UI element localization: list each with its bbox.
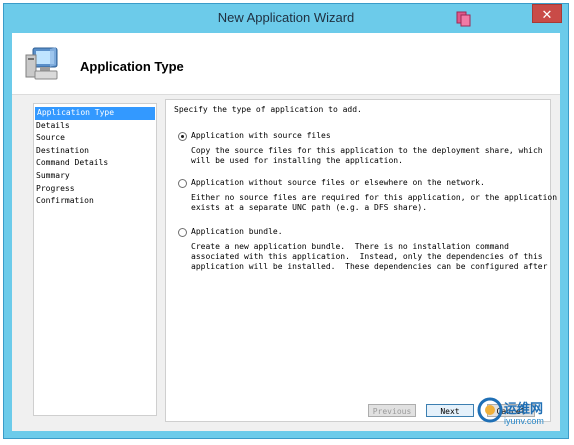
- step-details[interactable]: Details: [34, 120, 156, 133]
- wizard-body: Application Type Application Type Detail…: [12, 33, 560, 431]
- wizard-step-list: Application Type Details Source Destinat…: [33, 103, 157, 416]
- option-description: Copy the source files for this applicati…: [191, 146, 543, 165]
- option-label[interactable]: Application without source files or else…: [191, 178, 485, 187]
- step-application-type[interactable]: Application Type: [35, 107, 155, 120]
- step-confirmation[interactable]: Confirmation: [34, 195, 156, 208]
- page-title: Application Type: [80, 59, 184, 74]
- wizard-app-icon: [456, 11, 471, 27]
- window-title: New Application Wizard: [217, 10, 355, 25]
- option-label[interactable]: Application with source files: [191, 131, 331, 140]
- wizard-header: Application Type: [12, 33, 560, 95]
- close-button[interactable]: ✕: [532, 4, 562, 23]
- radio-without-source-files[interactable]: [178, 179, 187, 188]
- site-watermark: 运维网 iyunv.com: [474, 392, 574, 445]
- option-description: Either no source files are required for …: [191, 193, 558, 212]
- radio-application-bundle[interactable]: [178, 228, 187, 237]
- next-button[interactable]: Next: [426, 404, 474, 417]
- computer-icon: [25, 47, 58, 80]
- watermark-title: 运维网: [504, 401, 544, 416]
- watermark-url: iyunv.com: [504, 416, 544, 426]
- watermark-logo-icon: [477, 397, 503, 423]
- option-description: Create a new application bundle. There i…: [191, 242, 548, 271]
- step-destination[interactable]: Destination: [34, 145, 156, 158]
- option-label[interactable]: Application bundle.: [191, 227, 283, 236]
- previous-button[interactable]: Previous: [368, 404, 416, 417]
- step-progress[interactable]: Progress: [34, 183, 156, 196]
- step-summary[interactable]: Summary: [34, 170, 156, 183]
- radio-with-source-files[interactable]: [178, 132, 187, 141]
- wizard-window: New Application Wizard ✕ Application Typ…: [3, 3, 569, 439]
- instruction-text: Specify the type of application to add.: [174, 105, 362, 114]
- title-bar[interactable]: New Application Wizard ✕: [4, 4, 568, 32]
- step-command-details[interactable]: Command Details: [34, 157, 156, 170]
- step-source[interactable]: Source: [34, 132, 156, 145]
- content-panel: Specify the type of application to add. …: [165, 99, 557, 422]
